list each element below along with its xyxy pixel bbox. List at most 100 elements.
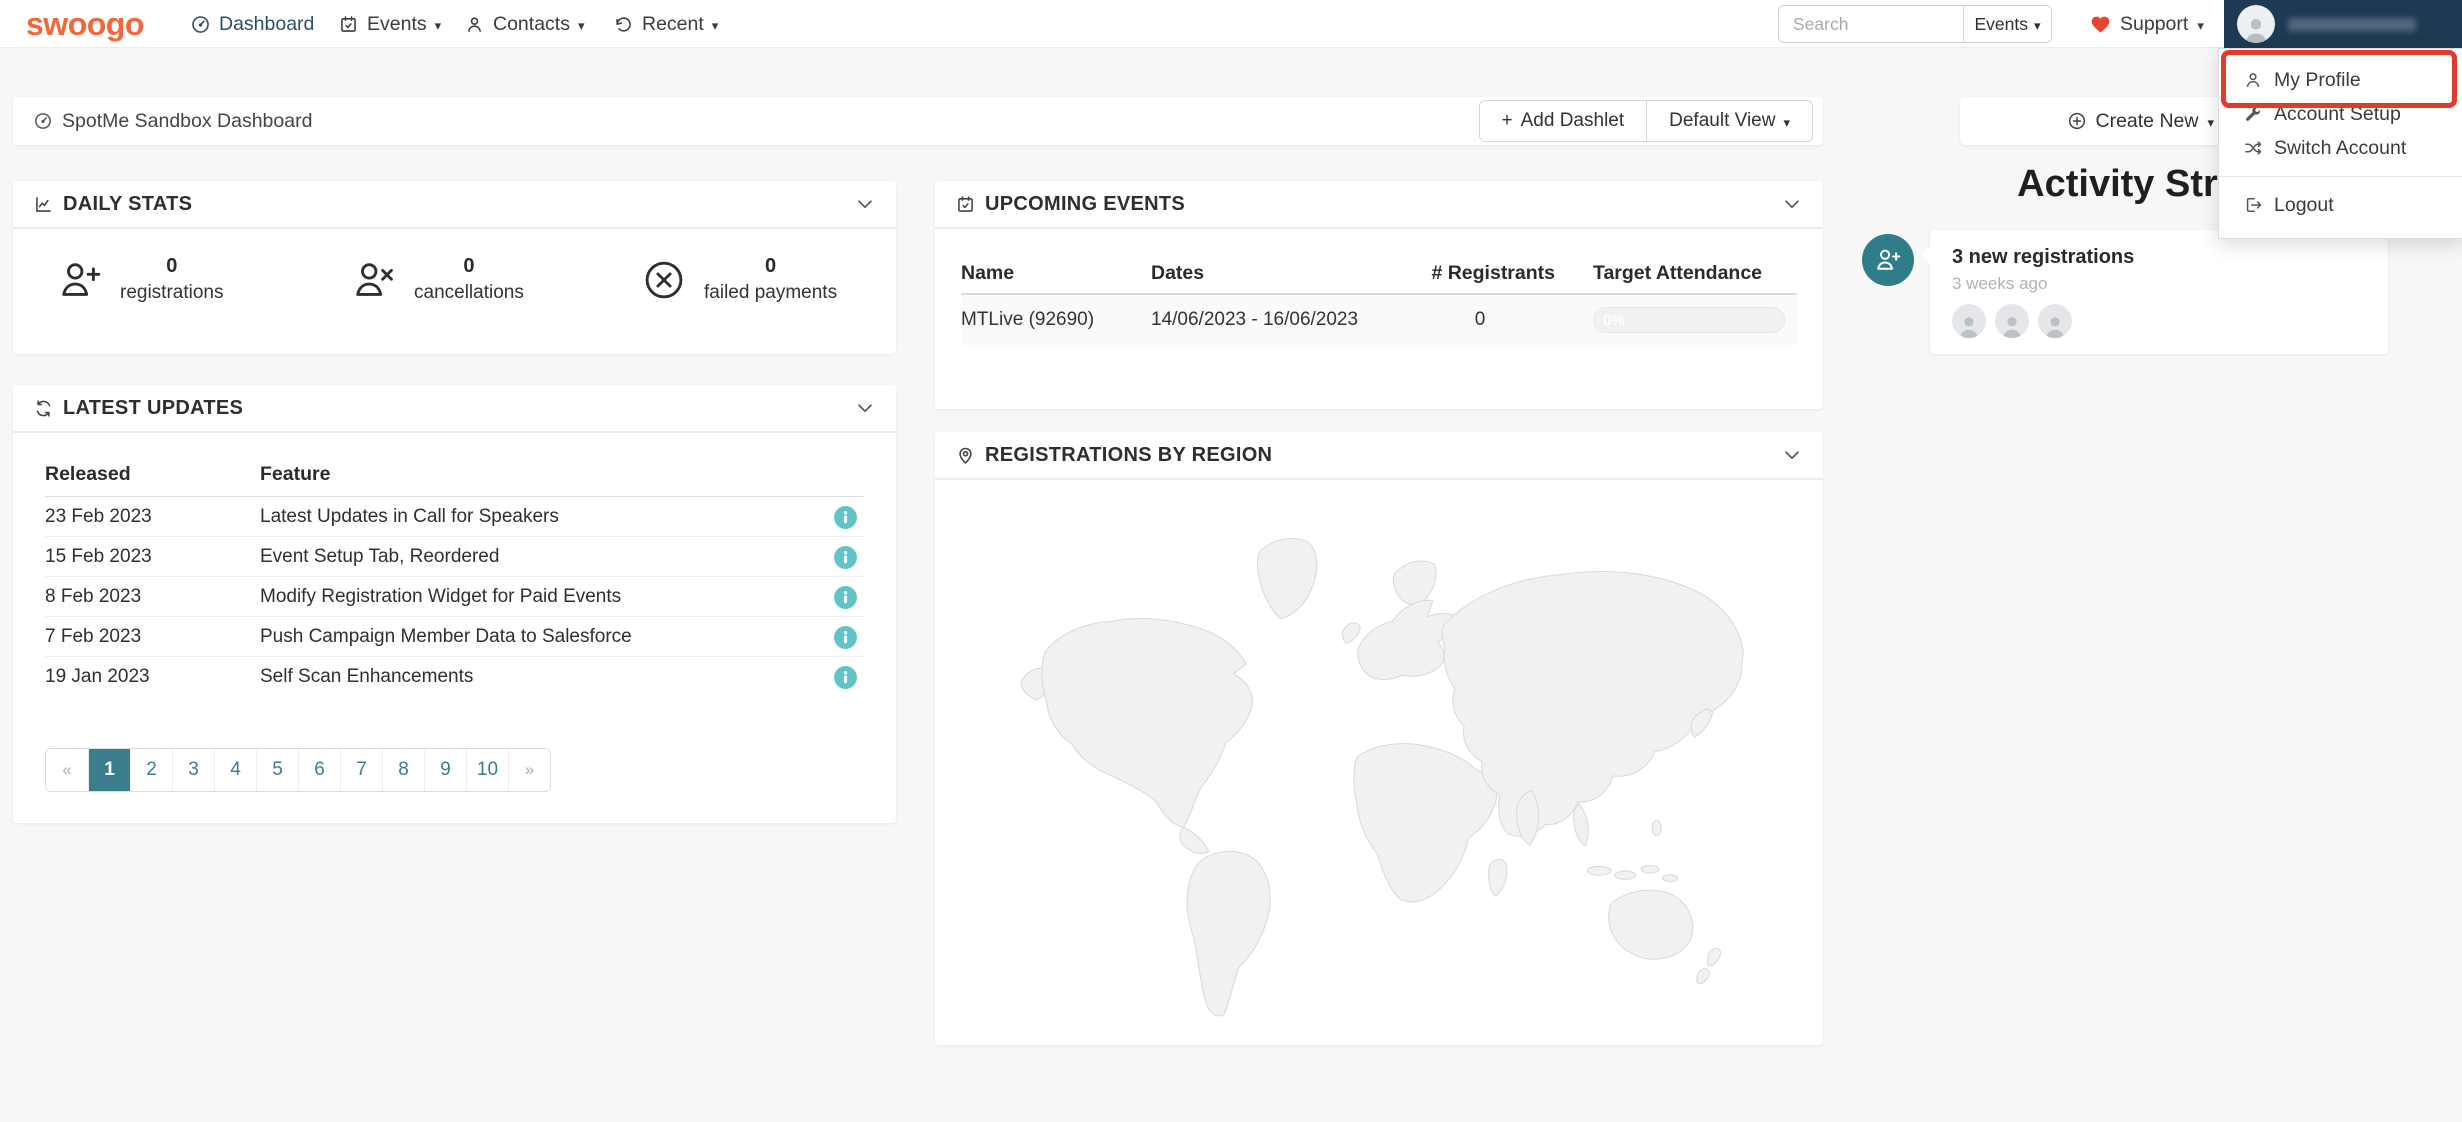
stat-registrations: 0 registrations <box>57 255 224 304</box>
person-silhouette-icon <box>2002 317 2022 338</box>
dashboard-title: SpotMe Sandbox Dashboard <box>62 109 313 132</box>
swoogo-logo[interactable]: swoogo <box>26 0 144 48</box>
chevron-down-icon[interactable] <box>1781 193 1803 215</box>
person-x-icon <box>356 262 393 296</box>
shuffle-icon <box>2245 141 2262 155</box>
chevron-down-icon[interactable] <box>854 193 876 215</box>
info-icon[interactable] <box>833 545 858 570</box>
stat-value: 0 <box>764 255 777 277</box>
nav-item-label: Recent <box>642 12 704 35</box>
top-navbar: swoogo Dashboard Events ▾ Contacts ▾ Rec… <box>0 0 2462 48</box>
person-icon <box>2246 73 2260 87</box>
upcoming-events-header: UPCOMING EVENTS <box>935 181 1823 229</box>
nav-item-dashboard[interactable]: Dashboard <box>190 0 314 48</box>
caret-down-icon: ▾ <box>434 17 442 33</box>
search-scope-dropdown[interactable]: Events ▾ <box>1963 6 2051 42</box>
menu-item-account-setup[interactable]: Account Setup <box>2219 97 2462 131</box>
panel-title: REGISTRATIONS BY REGION <box>985 443 1273 466</box>
column-header-feature: Feature <box>260 463 331 485</box>
released-cell: 8 Feb 2023 <box>45 585 142 607</box>
activity-item-title: 3 new registrations <box>1952 246 2135 268</box>
pagination-page-2[interactable]: 2 <box>130 749 172 791</box>
plus-icon: + <box>1501 110 1513 131</box>
menu-item-label: My Profile <box>2274 68 2361 91</box>
pagination-page-1[interactable]: 1 <box>88 749 130 791</box>
chevron-down-icon[interactable] <box>854 397 876 419</box>
info-icon[interactable] <box>833 585 858 610</box>
pagination-page-8[interactable]: 8 <box>382 749 424 791</box>
create-new-label: Create New <box>2095 109 2199 132</box>
add-dashlet-button[interactable]: + Add Dashlet <box>1479 101 1647 141</box>
menu-item-my-profile[interactable]: My Profile <box>2219 63 2462 97</box>
registrant-avatar <box>2038 304 2072 338</box>
activity-type-badge <box>1862 234 1914 286</box>
person-plus-icon <box>62 262 101 296</box>
user-name-redacted <box>2288 17 2416 31</box>
nav-item-recent[interactable]: Recent ▾ <box>613 0 718 48</box>
nav-item-contacts[interactable]: Contacts ▾ <box>464 0 584 48</box>
target-attendance-progress-bar: 0% <box>1593 307 1785 333</box>
column-header-target-attendance: Target Attendance <box>1593 261 1763 284</box>
activity-stream-item[interactable]: 3 new registrations 3 weeks ago <box>1921 230 2388 354</box>
pagination-page-10[interactable]: 10 <box>466 749 508 791</box>
pagination-page-3[interactable]: 3 <box>172 749 214 791</box>
wrench-icon <box>2246 106 2261 121</box>
released-cell: 23 Feb 2023 <box>45 505 152 527</box>
gauge-icon <box>192 15 209 33</box>
daily-stats-header: DAILY STATS <box>13 181 896 229</box>
world-map <box>979 496 1779 1026</box>
info-icon[interactable] <box>833 505 858 530</box>
pagination-next[interactable]: » <box>508 749 550 791</box>
table-row: 8 Feb 2023 Modify Registration Widget fo… <box>45 577 864 617</box>
user-dropdown-menu: My Profile Account Setup Switch Account … <box>2218 48 2462 239</box>
menu-item-label: Switch Account <box>2274 136 2407 159</box>
pagination-page-7[interactable]: 7 <box>340 749 382 791</box>
caret-down-icon: ▾ <box>711 17 719 33</box>
menu-item-logout[interactable]: Logout <box>2219 188 2462 222</box>
caret-down-icon: ▾ <box>2033 17 2041 33</box>
chevron-down-icon[interactable] <box>1781 444 1803 466</box>
history-icon <box>616 16 631 32</box>
default-view-button[interactable]: Default View ▾ <box>1646 101 1812 141</box>
pagination-page-4[interactable]: 4 <box>214 749 256 791</box>
add-dashlet-label: Add Dashlet <box>1520 110 1625 131</box>
menu-item-label: Logout <box>2274 193 2334 216</box>
feature-cell: Push Campaign Member Data to Salesforce <box>260 625 632 647</box>
info-icon[interactable] <box>833 665 858 690</box>
search-scope-label: Events <box>1974 13 2028 34</box>
dashboard-title-group: SpotMe Sandbox Dashboard <box>33 110 312 133</box>
user-menu-button[interactable] <box>2224 0 2462 48</box>
nav-item-label: Dashboard <box>219 12 315 35</box>
pagination-page-5[interactable]: 5 <box>256 749 298 791</box>
table-row: 15 Feb 2023 Event Setup Tab, Reordered <box>45 537 864 577</box>
caret-down-icon: ▾ <box>577 17 585 33</box>
released-cell: 7 Feb 2023 <box>45 625 142 647</box>
pagination-page-6[interactable]: 6 <box>298 749 340 791</box>
event-dates-cell: 14/06/2023 - 16/06/2023 <box>1151 309 1359 330</box>
registrations-by-region-panel: REGISTRATIONS BY REGION <box>935 432 1823 1045</box>
support-menu[interactable]: Support ▾ <box>2090 0 2204 48</box>
menu-divider <box>2219 176 2462 177</box>
menu-item-switch-account[interactable]: Switch Account <box>2219 131 2462 165</box>
panel-title: LATEST UPDATES <box>63 396 244 419</box>
nav-item-label: Events <box>367 12 427 35</box>
info-icon[interactable] <box>833 625 858 650</box>
pagination-page-9[interactable]: 9 <box>424 749 466 791</box>
column-header-dates: Dates <box>1151 261 1205 284</box>
person-silhouette-icon <box>2045 317 2065 338</box>
table-row: 19 Jan 2023 Self Scan Enhancements <box>45 657 864 697</box>
pagination-prev[interactable]: « <box>46 749 88 791</box>
search-input[interactable] <box>1779 13 1963 35</box>
latest-updates-table: Released Feature 23 Feb 2023 Latest Upda… <box>45 453 864 697</box>
event-name-cell: MTLive (92690) <box>961 309 1095 330</box>
column-header-released: Released <box>45 463 131 485</box>
logout-icon <box>2246 198 2262 212</box>
gauge-icon <box>35 113 51 129</box>
nav-item-events[interactable]: Events ▾ <box>338 0 441 48</box>
upcoming-events-table: Name Dates # Registrants Target Attendan… <box>961 253 1797 345</box>
person-silhouette-icon <box>2245 19 2267 43</box>
column-header-name: Name <box>961 261 1015 284</box>
create-new-button[interactable]: Create New ▾ <box>1960 97 2228 145</box>
nav-item-label: Contacts <box>493 12 570 35</box>
caret-down-icon: ▾ <box>1783 114 1790 130</box>
